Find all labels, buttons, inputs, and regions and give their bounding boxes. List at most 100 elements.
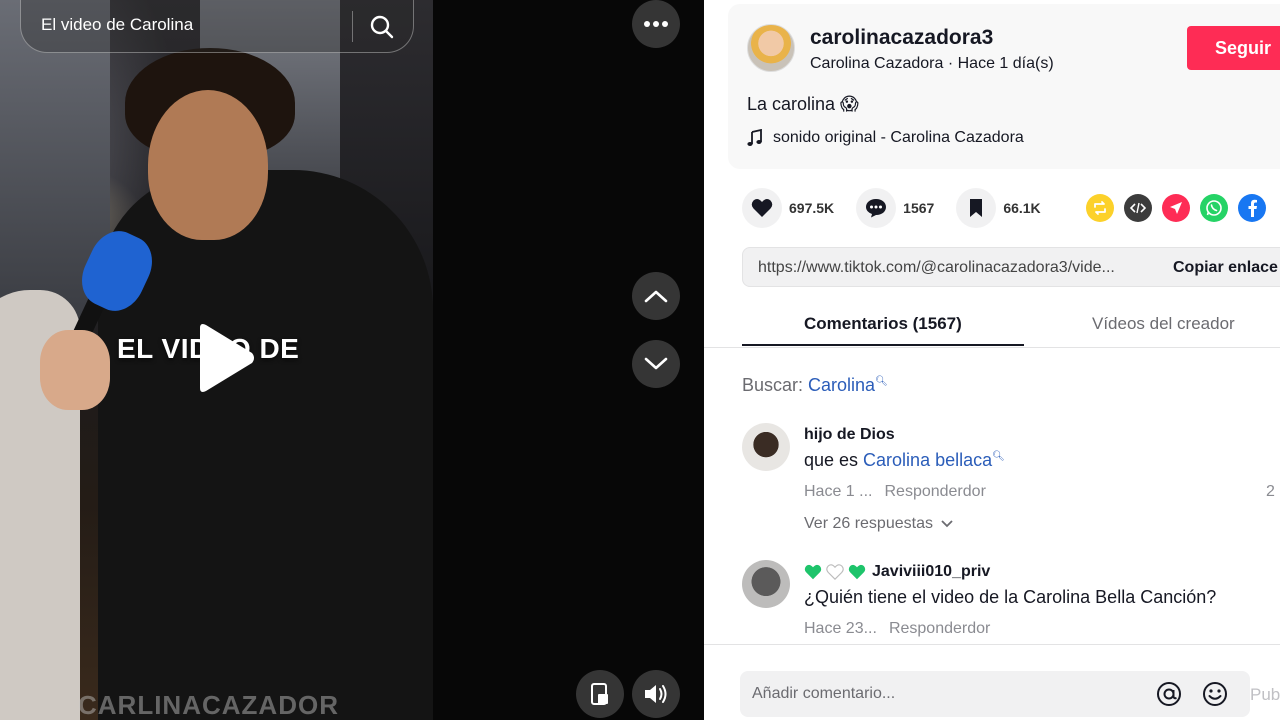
- more-dots-icon: [644, 21, 668, 27]
- share-link-url[interactable]: https://www.tiktok.com/@carolinacazadora…: [758, 259, 1115, 277]
- more-options-button[interactable]: [632, 0, 680, 48]
- view-replies-button[interactable]: Ver 26 respuestas: [804, 515, 953, 533]
- comment-like-count[interactable]: 2: [1266, 483, 1275, 501]
- share-link-box: https://www.tiktok.com/@carolinacazadora…: [742, 247, 1280, 287]
- reply-button[interactable]: Responder: [889, 620, 967, 637]
- mini-search-icon: 🔍︎: [875, 376, 888, 387]
- volume-button[interactable]: [632, 670, 680, 718]
- search-query[interactable]: El video de Carolina: [41, 15, 193, 35]
- creator-avatar[interactable]: [747, 24, 795, 72]
- commenter-avatar[interactable]: [742, 560, 790, 608]
- panel-tabs: Comentarios (1567) Vídeos del creador: [742, 300, 1280, 347]
- comment-search-term[interactable]: Carolina: [808, 375, 875, 395]
- creator-display-name[interactable]: Carolina Cazadora: [810, 55, 943, 72]
- emoji-icon[interactable]: [1202, 681, 1228, 707]
- chevron-up-icon: [644, 290, 668, 303]
- previous-video-button[interactable]: [632, 272, 680, 320]
- video-search-bar[interactable]: El video de Carolina: [20, 0, 414, 53]
- search-icon[interactable]: [368, 13, 396, 41]
- owner-tag: dor: [962, 483, 986, 500]
- facebook-glyph-icon: [1248, 199, 1257, 217]
- send-icon[interactable]: [1162, 194, 1190, 222]
- details-panel: carolinacazadora3 Carolina Cazadora · Ha…: [704, 0, 1280, 720]
- copy-link-button[interactable]: Copiar enlace: [1173, 259, 1278, 277]
- comment-search-suggestion[interactable]: Buscar: Carolina🔍︎: [742, 375, 888, 396]
- comment-time: Hace 1 ...: [804, 483, 873, 500]
- comment-bubble-icon: [866, 199, 887, 218]
- like-stat[interactable]: 697.5K: [742, 188, 834, 228]
- video-watermark: CARLINACAZADOR: [78, 690, 339, 720]
- mini-search-icon: 🔍︎: [992, 451, 1005, 462]
- send-glyph-icon: [1170, 202, 1182, 214]
- owner-tag: dor: [967, 620, 991, 637]
- engagement-stats: 697.5K 1567 66.1K: [742, 188, 1063, 228]
- commenter-name[interactable]: Javiviii010_priv: [872, 563, 990, 581]
- floating-player-button[interactable]: [576, 670, 624, 718]
- tab-creator-videos[interactable]: Vídeos del creador: [1092, 314, 1235, 334]
- comment-input[interactable]: [752, 682, 1132, 706]
- view-replies-label[interactable]: Ver 26 respuestas: [804, 515, 933, 533]
- comment-time: Hace 23...: [804, 620, 877, 637]
- volume-icon: [645, 685, 667, 703]
- commenter-name[interactable]: hijo de Dios: [804, 426, 895, 444]
- video-frame[interactable]: EL VIDEO DE CARLINACAZADOR: [0, 0, 433, 720]
- comment-input-box[interactable]: [740, 671, 1250, 717]
- heart-icon: [751, 199, 773, 217]
- post-date: Hace 1 día(s): [957, 55, 1054, 72]
- comment-text: ¿Quién tiene el video de la Carolina Bel…: [804, 587, 1217, 607]
- commenter-name-row: Javiviii010_priv: [804, 563, 990, 581]
- next-video-button[interactable]: [632, 340, 680, 388]
- green-heart-icon: [804, 564, 822, 580]
- tab-comments[interactable]: Comentarios (1567): [804, 314, 962, 334]
- save-button[interactable]: [956, 188, 997, 228]
- green-heart-icon: [848, 564, 866, 580]
- whatsapp-glyph-icon: [1206, 200, 1222, 216]
- comment-button[interactable]: [856, 188, 897, 228]
- comment-search-link[interactable]: Carolina bellaca: [863, 450, 992, 470]
- video-player-area[interactable]: EL VIDEO DE CARLINACAZADOR El video de C…: [0, 0, 704, 720]
- repost-icon[interactable]: [1086, 194, 1114, 222]
- music-row[interactable]: sonido original - Carolina Cazadora: [747, 129, 1024, 147]
- save-count: 66.1K: [1003, 200, 1041, 216]
- comment-text: que es Carolina bellaca🔍︎: [804, 450, 1005, 471]
- interviewee-face: [148, 90, 268, 240]
- save-stat[interactable]: 66.1K: [956, 188, 1041, 228]
- follow-button[interactable]: Seguir: [1187, 26, 1280, 70]
- post-comment-button[interactable]: Publicar: [1250, 685, 1280, 705]
- interviewer-hand: [40, 330, 110, 410]
- post-description: La carolina 😱: [747, 94, 859, 114]
- share-buttons: [1086, 194, 1266, 222]
- comment-stat[interactable]: 1567: [856, 188, 934, 228]
- creator-username[interactable]: carolinacazadora3: [810, 26, 993, 50]
- whatsapp-icon[interactable]: [1200, 194, 1228, 222]
- page-root: EL VIDEO DE CARLINACAZADOR El video de C…: [0, 0, 1280, 720]
- chevron-down-icon: [941, 520, 953, 528]
- play-icon[interactable]: [192, 322, 256, 394]
- comment-text-prefix: que es: [804, 450, 864, 470]
- reply-button[interactable]: Responder: [884, 483, 962, 500]
- mention-icon[interactable]: [1156, 681, 1182, 707]
- comment-search-label: Buscar:: [742, 375, 809, 395]
- white-heart-icon: [826, 564, 844, 580]
- floating-player-icon: [591, 683, 608, 705]
- search-divider: [352, 11, 353, 42]
- subline-separator: ·: [943, 55, 958, 72]
- like-button[interactable]: [742, 188, 782, 228]
- comment-meta: Hace 1 ... Responderdor: [804, 483, 998, 501]
- music-title[interactable]: sonido original - Carolina Cazadora: [773, 129, 1024, 147]
- chevron-down-icon: [644, 357, 668, 370]
- comment-meta: Hace 23... Responderdor: [804, 620, 1002, 638]
- comment-composer: Publicar: [704, 644, 1280, 720]
- music-note-icon: [747, 129, 762, 146]
- active-tab-indicator: [742, 344, 1024, 346]
- tabs-divider: [704, 347, 1280, 348]
- commenter-avatar[interactable]: [742, 423, 790, 471]
- embed-icon[interactable]: [1124, 194, 1152, 222]
- comment-count: 1567: [903, 200, 935, 216]
- creator-subline: Carolina Cazadora · Hace 1 día(s): [810, 55, 1054, 73]
- embed-glyph-icon: [1130, 202, 1146, 214]
- bookmark-icon: [970, 199, 983, 217]
- creator-info-card: carolinacazadora3 Carolina Cazadora · Ha…: [728, 4, 1280, 169]
- facebook-icon[interactable]: [1238, 194, 1266, 222]
- like-count: 697.5K: [789, 200, 835, 216]
